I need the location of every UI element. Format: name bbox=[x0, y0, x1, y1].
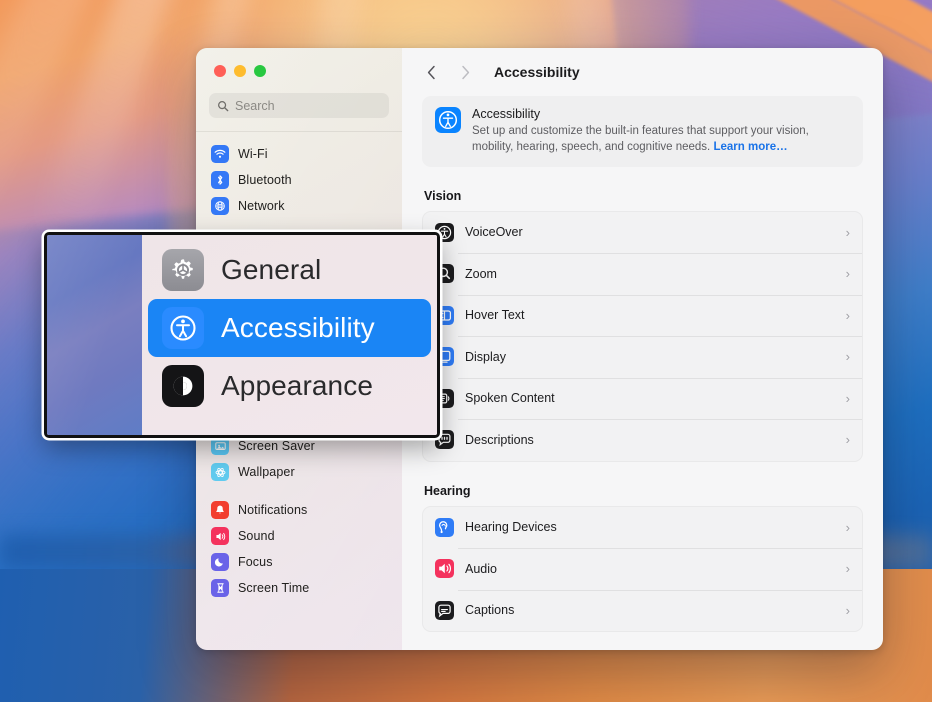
banner-title: Accessibility bbox=[472, 107, 541, 121]
callout-item-label: Appearance bbox=[221, 370, 374, 401]
search-placeholder: Search bbox=[235, 98, 275, 113]
row-label: Audio bbox=[465, 561, 497, 576]
sidebar-item-label: Notifications bbox=[238, 503, 308, 517]
row-label: Spoken Content bbox=[465, 391, 555, 406]
row-captions[interactable]: Captions › bbox=[423, 589, 862, 632]
chevron-right-icon: › bbox=[845, 224, 850, 240]
hearing-devices-icon bbox=[435, 517, 454, 537]
row-label: Captions bbox=[465, 603, 515, 618]
banner-text: Accessibility Set up and customize the b… bbox=[472, 107, 850, 156]
callout-panel: General Accessibility Appearance bbox=[142, 235, 437, 435]
sidebar-item-bluetooth[interactable]: Bluetooth bbox=[205, 167, 393, 193]
callout-item-label: Accessibility bbox=[221, 312, 375, 343]
row-label: Zoom bbox=[465, 266, 497, 281]
chevron-right-icon: › bbox=[845, 519, 850, 535]
screensaver-icon bbox=[211, 437, 229, 455]
row-label: Hover Text bbox=[465, 308, 525, 323]
chevron-right-icon: › bbox=[845, 390, 850, 406]
gear-icon bbox=[162, 249, 204, 291]
hourglass-icon bbox=[211, 579, 229, 597]
sidebar-item-label: Network bbox=[238, 199, 285, 213]
sidebar-item-label: Sound bbox=[238, 529, 275, 543]
row-label: Display bbox=[465, 349, 506, 364]
sidebar-item-sound[interactable]: Sound bbox=[205, 523, 393, 549]
magnified-sidebar-callout: General Accessibility Appearance bbox=[44, 232, 440, 438]
chevron-right-icon: › bbox=[845, 266, 850, 282]
sidebar-item-label: Wi-Fi bbox=[238, 147, 268, 161]
sidebar-item-label: Wallpaper bbox=[238, 465, 295, 479]
section-heading-vision: Vision bbox=[424, 188, 462, 203]
search-field[interactable]: Search bbox=[209, 93, 389, 118]
sidebar-item-label: Bluetooth bbox=[238, 173, 292, 187]
sidebar-item-label: Screen Saver bbox=[238, 439, 315, 453]
close-button[interactable] bbox=[214, 65, 226, 77]
row-voiceover[interactable]: VoiceOver › bbox=[423, 212, 862, 254]
sidebar-item-label: Focus bbox=[238, 555, 273, 569]
row-spoken-content[interactable]: Spoken Content › bbox=[423, 377, 862, 420]
chevron-right-icon: › bbox=[845, 602, 850, 618]
detail-content: Accessibility Set up and customize the b… bbox=[402, 96, 883, 633]
row-hearing-devices[interactable]: Hearing Devices › bbox=[423, 507, 862, 549]
learn-more-link[interactable]: Learn more… bbox=[713, 141, 787, 153]
sidebar-item-focus[interactable]: Focus bbox=[205, 549, 393, 575]
row-display[interactable]: Display › bbox=[423, 336, 862, 378]
vision-card: VoiceOver › Zoom › Hover Text › Display … bbox=[422, 210, 863, 462]
settings-detail-pane: Accessibility Accessibility Set up and c… bbox=[402, 48, 883, 650]
sidebar-search-area: Search bbox=[196, 77, 402, 118]
speaker-icon bbox=[211, 527, 229, 545]
row-descriptions[interactable]: Descriptions › bbox=[423, 419, 862, 461]
callout-item-general[interactable]: General bbox=[148, 241, 431, 299]
row-hover-text[interactable]: Hover Text › bbox=[423, 294, 862, 337]
accessibility-icon bbox=[162, 307, 204, 349]
sidebar-item-wallpaper[interactable]: Wallpaper bbox=[205, 459, 393, 485]
sidebar-item-screen-time[interactable]: Screen Time bbox=[205, 575, 393, 601]
chevron-right-icon: › bbox=[845, 432, 850, 448]
chevron-right-icon: › bbox=[845, 307, 850, 323]
back-chevron-icon[interactable] bbox=[418, 59, 444, 85]
forward-chevron-icon[interactable] bbox=[452, 59, 478, 85]
row-zoom[interactable]: Zoom › bbox=[423, 253, 862, 295]
captions-icon bbox=[435, 600, 454, 620]
sidebar-item-network[interactable]: Network bbox=[205, 193, 393, 219]
callout-item-accessibility[interactable]: Accessibility bbox=[148, 299, 431, 357]
appearance-icon bbox=[162, 365, 204, 407]
callout-wallpaper-strip bbox=[47, 235, 142, 435]
detail-header: Accessibility bbox=[402, 48, 883, 96]
chevron-right-icon: › bbox=[845, 349, 850, 365]
row-label: Descriptions bbox=[465, 432, 534, 447]
window-traffic-lights bbox=[196, 48, 402, 77]
callout-item-appearance[interactable]: Appearance bbox=[148, 357, 431, 415]
row-label: Hearing Devices bbox=[465, 520, 557, 535]
callout-item-label: General bbox=[221, 254, 322, 285]
globe-icon bbox=[211, 197, 229, 215]
row-audio[interactable]: Audio › bbox=[423, 548, 862, 590]
section-heading-hearing: Hearing bbox=[424, 483, 471, 498]
wallpaper-icon bbox=[211, 463, 229, 481]
accessibility-banner: Accessibility Set up and customize the b… bbox=[422, 96, 863, 167]
zoom-button[interactable] bbox=[254, 65, 266, 77]
moon-icon bbox=[211, 553, 229, 571]
accessibility-icon bbox=[435, 107, 461, 133]
sidebar-group-system: Notifications Sound Focus Screen Time bbox=[196, 497, 402, 601]
bell-icon bbox=[211, 501, 229, 519]
chevron-right-icon: › bbox=[845, 561, 850, 577]
sidebar-item-notifications[interactable]: Notifications bbox=[205, 497, 393, 523]
sidebar-item-wifi[interactable]: Wi-Fi bbox=[205, 141, 393, 167]
bluetooth-icon bbox=[211, 171, 229, 189]
search-icon bbox=[218, 100, 229, 111]
audio-icon bbox=[435, 559, 454, 579]
row-label: VoiceOver bbox=[465, 225, 523, 240]
page-title: Accessibility bbox=[494, 64, 580, 80]
banner-description: Set up and customize the built-in featur… bbox=[472, 123, 850, 156]
minimize-button[interactable] bbox=[234, 65, 246, 77]
sidebar-group-network: Wi-Fi Bluetooth Network bbox=[196, 132, 402, 219]
hearing-card: Hearing Devices › Audio › Captions › bbox=[422, 505, 863, 633]
wifi-icon bbox=[211, 145, 229, 163]
sidebar-item-label: Screen Time bbox=[238, 581, 310, 595]
